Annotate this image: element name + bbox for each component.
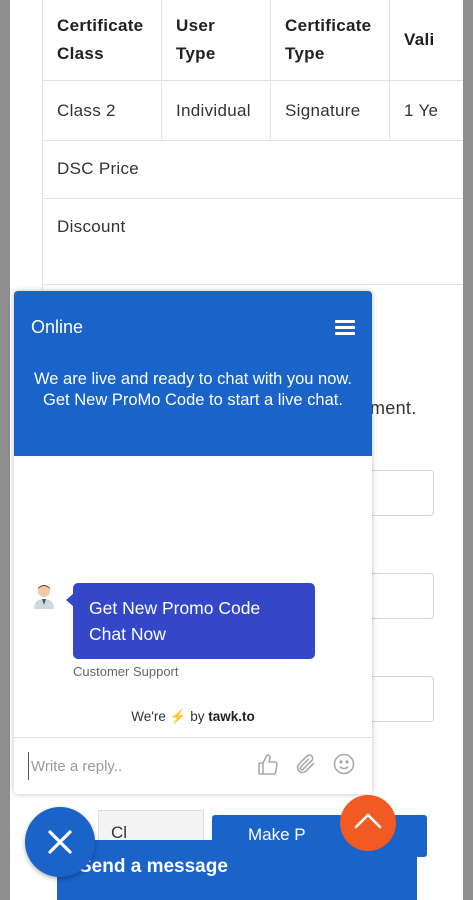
chat-message-bubble: Get New Promo Code Chat Now [66, 583, 315, 659]
cell-validity: 1 Ye [404, 101, 439, 120]
powered-by-tawk[interactable]: We're ⚡ by tawk.to [14, 709, 372, 725]
smiley-icon[interactable] [332, 752, 356, 776]
thumbs-up-icon[interactable] [256, 752, 280, 776]
lightning-icon: ⚡ [169, 709, 187, 724]
dsc-price-label: DSC Price [57, 159, 140, 178]
agent-name: Customer Support [73, 664, 179, 679]
chat-widget: Online We are live and ready to chat wit… [14, 291, 372, 794]
tawk-brand: tawk.to [208, 709, 255, 724]
powered-prefix: We're [131, 709, 166, 724]
table-row: DSC Price [42, 140, 463, 199]
header-certificate-class: Certificate Class [57, 16, 144, 63]
chat-header: Online We are live and ready to chat wit… [14, 291, 372, 456]
table-row: Discount [42, 198, 463, 285]
page-text-fragment: ment. [370, 398, 417, 418]
chat-intro-text: We are live and ready to chat with you n… [34, 370, 352, 409]
chat-status: Online [31, 317, 84, 337]
header-validity: Vali [404, 30, 435, 49]
cell-user-type: Individual [176, 101, 251, 120]
send-message-label: Send a message [79, 856, 228, 877]
chat-reply-bar [14, 737, 372, 794]
header-user-type: User Type [176, 16, 216, 63]
reply-input[interactable] [28, 752, 233, 780]
agent-avatar-icon [34, 585, 54, 609]
cell-certificate-type: Signature [285, 101, 361, 120]
close-icon [48, 830, 72, 854]
close-chat-button[interactable] [25, 807, 95, 877]
powered-by-text: by [190, 709, 205, 724]
table-header-row: Certificate Class User Type Certificate Typ… [42, 0, 463, 81]
paperclip-icon[interactable] [293, 752, 317, 776]
hamburger-icon[interactable] [335, 320, 355, 335]
cell-class: Class 2 [57, 101, 116, 120]
table-row: Class 2 Individual Signature 1 Ye [42, 80, 463, 141]
discount-label: Discount [57, 217, 126, 236]
chevron-up-icon [354, 813, 382, 829]
header-certificate-type: Certificate Type [285, 16, 372, 63]
scroll-to-top-button[interactable] [340, 795, 396, 851]
